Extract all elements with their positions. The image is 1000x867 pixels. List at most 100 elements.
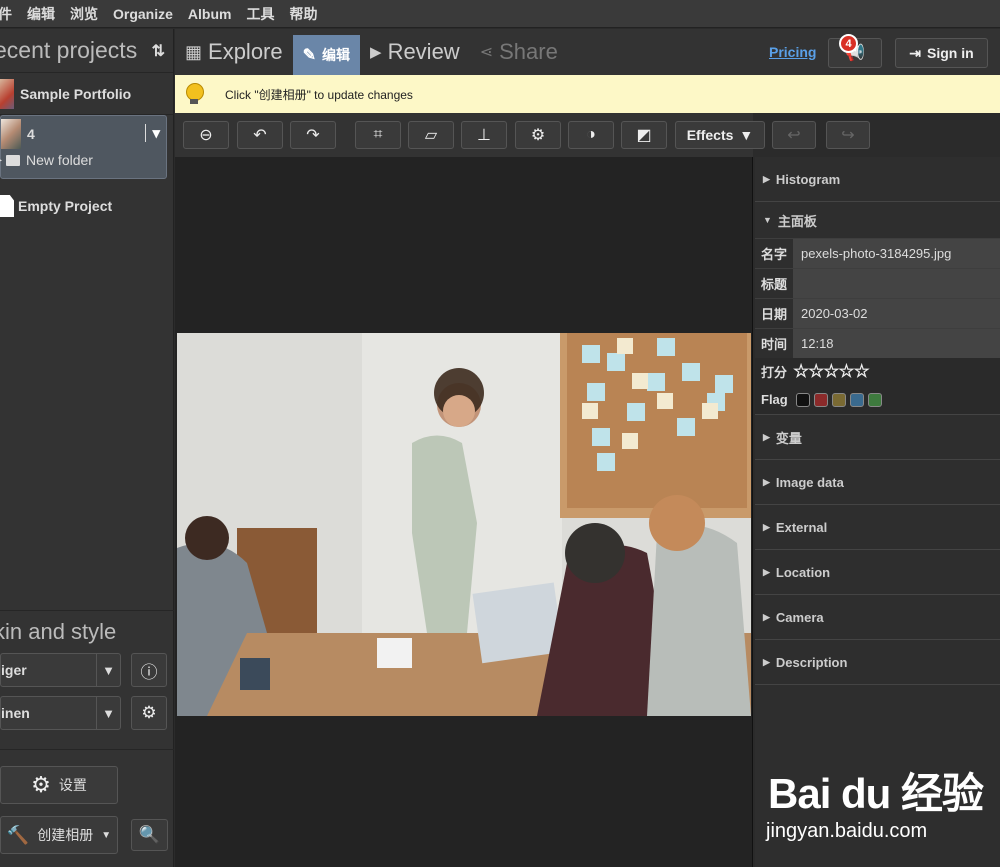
style-settings-button[interactable]: ⚙ (131, 696, 167, 730)
star-rating[interactable]: ☆☆☆☆☆ (793, 361, 870, 382)
create-album-button[interactable]: 🔨 创建相册 ▼ (0, 816, 118, 854)
caret-down-icon: ▼ (101, 829, 112, 841)
play-icon: ▶ (370, 44, 382, 61)
sort-icon[interactable]: ⇅ (152, 41, 165, 61)
project-label: 4 (27, 126, 35, 142)
skin-select[interactable]: iger ▼ (0, 653, 121, 687)
section-label: Camera (775, 609, 824, 625)
tab-review[interactable]: ▶ Review (360, 29, 470, 75)
project-selected[interactable]: 4 ▾ ▸ New folder (0, 115, 167, 179)
settings-label: 设置 (58, 777, 87, 793)
zoom-out-button[interactable]: ⊖ (183, 121, 229, 149)
main-panel-header[interactable]: ▼ 主面板 (755, 202, 1000, 238)
expand-triangle-icon: ▶ (763, 656, 770, 667)
project-thumbnail (1, 119, 21, 149)
pricing-link[interactable]: Pricing (769, 44, 816, 60)
title-input[interactable] (793, 269, 1000, 298)
rotate-right-button[interactable]: ↷ (290, 121, 336, 149)
flag-yellow[interactable] (831, 392, 846, 407)
adjust-settings-button[interactable]: ⚙ (515, 121, 561, 149)
recent-projects-header: ecent projects ⇅ (0, 29, 173, 73)
date-input[interactable]: 2020-03-02 (793, 299, 1000, 328)
section-main-panel: ▼ 主面板 名字 pexels-photo-3184295.jpg 标题 日期 … (755, 202, 1000, 415)
name-input[interactable]: pexels-photo-3184295.jpg (793, 239, 1000, 268)
flag-label: Flag (761, 392, 788, 407)
recent-projects-title: ecent projects (0, 37, 138, 63)
menu-album[interactable]: Album (188, 6, 232, 22)
section-camera[interactable]: ▶ Camera (755, 595, 1000, 640)
info-button[interactable]: ⓘ (131, 653, 167, 687)
sidebar: ecent projects ⇅ Sample Portfolio 4 ▾ ▸ … (0, 29, 174, 867)
section-description[interactable]: ▶ Description (755, 640, 1000, 685)
skin-select-value: iger (1, 662, 27, 678)
time-input[interactable]: 12:18 (793, 329, 1000, 358)
flag-red[interactable] (813, 392, 828, 407)
field-time: 时间 12:18 (755, 328, 1000, 358)
document-icon (0, 195, 14, 217)
menu-file[interactable]: 件 (0, 4, 12, 24)
menu-help[interactable]: 帮助 (289, 4, 317, 24)
tab-explore[interactable]: ▦ Explore (175, 29, 293, 75)
project-folder[interactable]: ▸ New folder (0, 152, 166, 168)
undo-icon: ↩ (787, 127, 801, 144)
rotate-left-button[interactable]: ↶ (237, 121, 283, 149)
notification-badge: 4 (839, 34, 858, 53)
contrast-icon: ◑ (586, 126, 596, 143)
section-histogram[interactable]: ▶ Histogram (755, 157, 1000, 202)
contrast-button[interactable]: ◑ (568, 121, 614, 149)
section-external[interactable]: ▶ External (755, 505, 1000, 550)
chevron-down-icon: ▼ (96, 654, 120, 686)
section-image-data[interactable]: ▶ Image data (755, 460, 1000, 505)
level-button[interactable]: ⊥ (461, 121, 507, 149)
tab-edit[interactable]: ✎ 编辑 (292, 35, 361, 75)
folder-icon (6, 154, 21, 166)
flag-black[interactable] (795, 392, 810, 407)
field-name: 名字 pexels-photo-3184295.jpg (755, 238, 1000, 268)
search-button[interactable]: 🔍 (131, 819, 168, 851)
project-menu-dropdown-icon[interactable]: ▾ (145, 124, 160, 142)
redo-button[interactable]: ↪ (826, 121, 870, 149)
straighten-button[interactable]: ▱ (408, 121, 454, 149)
top-bar: ▦ Explore ✎ 编辑 ▶ Review ⋖ Share Pricing … (175, 29, 1000, 75)
search-icon: 🔍 (138, 825, 161, 844)
tab-label: Explore (208, 39, 283, 64)
level-icon: ⊥ (477, 127, 491, 144)
gear-icon: ⚙ (141, 703, 157, 722)
undo-button[interactable]: ↩ (772, 121, 816, 149)
menu-tools[interactable]: 工具 (246, 4, 274, 24)
chevron-down-icon: ▼ (96, 697, 120, 729)
tab-share[interactable]: ⋖ Share (470, 29, 568, 75)
section-location[interactable]: ▶ Location (755, 550, 1000, 595)
section-label: Image data (775, 474, 844, 490)
effects-dropdown[interactable]: Effects ▼ (675, 121, 765, 149)
lightbulb-icon (185, 83, 204, 105)
project-empty[interactable]: Empty Project (0, 187, 173, 225)
section-label: Description (775, 654, 848, 670)
style-select-value: inen (1, 705, 30, 721)
grid-icon: ▦ (185, 41, 203, 62)
field-date: 日期 2020-03-02 (755, 298, 1000, 328)
menu-browse[interactable]: 浏览 (70, 4, 98, 24)
project-sample-portfolio[interactable]: Sample Portfolio (0, 73, 173, 115)
hammer-icon: 🔨 (6, 824, 30, 845)
create-album-label: 创建相册 (37, 827, 94, 843)
tab-label: 编辑 (322, 47, 351, 63)
image-canvas[interactable] (175, 157, 753, 867)
effects-label: Effects (686, 127, 734, 143)
menu-edit[interactable]: 编辑 (27, 4, 55, 24)
crop-button[interactable]: ⌗ (355, 121, 401, 149)
exposure-button[interactable]: ◩ (621, 121, 667, 149)
flag-blue[interactable] (849, 392, 864, 407)
section-variables[interactable]: ▶ 变量 (755, 415, 1000, 460)
collapse-triangle-icon: ▼ (763, 215, 772, 225)
caret-down-icon: ▼ (739, 127, 754, 143)
style-select[interactable]: inen ▼ (0, 696, 121, 730)
rotate-left-icon: ↶ (253, 127, 267, 144)
settings-button[interactable]: ⚙ 设置 (0, 766, 118, 804)
field-label: 标题 (761, 277, 788, 292)
flag-green[interactable] (867, 392, 882, 407)
sign-in-button[interactable]: ⇥ Sign in (895, 38, 988, 68)
menu-organize[interactable]: Organize (113, 6, 173, 22)
photo-preview (177, 333, 751, 716)
expand-triangle-icon: ▶ (763, 476, 770, 487)
